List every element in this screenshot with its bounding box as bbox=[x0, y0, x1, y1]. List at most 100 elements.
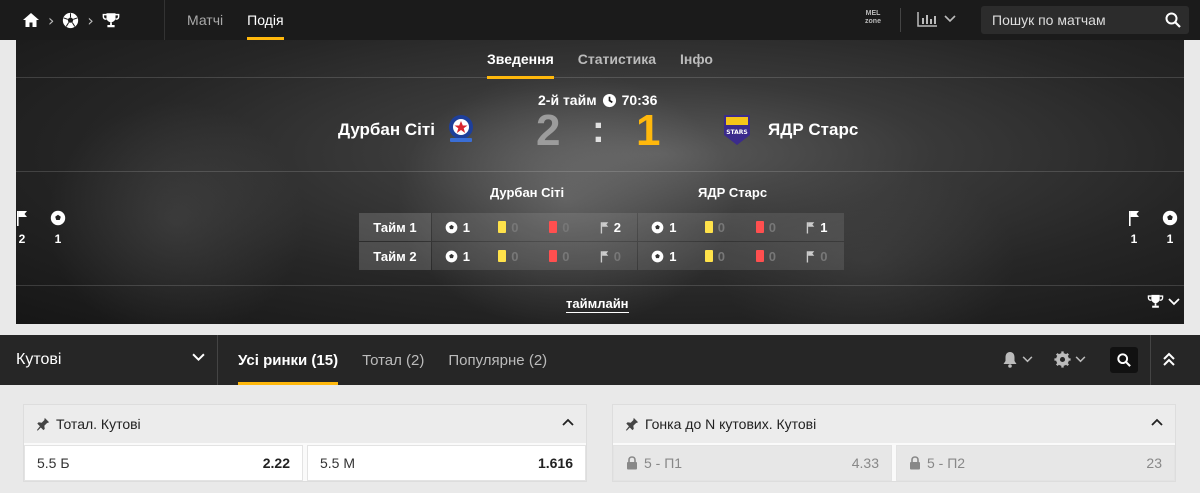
search-icon[interactable] bbox=[1165, 12, 1181, 28]
main-tabs: Матчі Подія bbox=[165, 0, 284, 40]
odds-price: 1.616 bbox=[537, 455, 573, 471]
gear-icon bbox=[1054, 351, 1071, 368]
corners-value: 0 bbox=[820, 248, 828, 264]
home-goals-total: 1 bbox=[50, 210, 66, 246]
away-team-name: ЯДР Старс bbox=[768, 120, 859, 139]
away-team-logo: STARS bbox=[722, 113, 752, 152]
chevron-right-icon: › bbox=[48, 10, 55, 30]
notifications-toggle[interactable] bbox=[1002, 351, 1033, 368]
settings-toggle[interactable] bbox=[1054, 351, 1086, 368]
market-header[interactable]: Тотал. Кутові bbox=[24, 405, 586, 443]
odds-button[interactable]: 5.5 М 1.616 bbox=[307, 445, 586, 481]
goals-stat: 1 bbox=[638, 249, 689, 264]
yellow-cards-value: 0 bbox=[511, 219, 519, 235]
pin-icon[interactable] bbox=[625, 417, 639, 431]
stats-away-team-header: ЯДР Старс bbox=[698, 185, 768, 200]
tab-statistics[interactable]: Статистика bbox=[578, 40, 656, 78]
chevron-down-icon bbox=[192, 353, 205, 362]
divider bbox=[1150, 335, 1151, 385]
away-team-period-stats: 1 0 0 1 bbox=[638, 213, 844, 241]
corners-count: 2 bbox=[18, 232, 26, 246]
double-chevron-up-icon bbox=[1163, 352, 1175, 366]
stats-home-team-header: Дурбан Сіті bbox=[490, 185, 565, 200]
home-icon[interactable] bbox=[22, 12, 40, 28]
chevron-down-icon bbox=[1168, 297, 1180, 305]
market-group-select[interactable]: Кутові bbox=[0, 335, 218, 385]
odds-button[interactable]: 5.5 Б 2.22 bbox=[24, 445, 303, 481]
score-separator: : bbox=[592, 109, 605, 151]
market-card: Тотал. Кутові 5.5 Б 2.22 5.5 М 1.616 bbox=[23, 404, 587, 482]
divider bbox=[16, 171, 1184, 172]
tab-matches[interactable]: Матчі bbox=[187, 0, 223, 40]
soccer-ball-icon bbox=[50, 210, 66, 226]
corners-stat: 0 bbox=[585, 249, 636, 264]
red-card-icon bbox=[549, 221, 558, 233]
tournament-toggle[interactable] bbox=[1147, 294, 1180, 309]
chevron-down-icon bbox=[1075, 356, 1086, 363]
corners-value: 1 bbox=[820, 219, 828, 235]
red-cards-value: 0 bbox=[562, 219, 570, 235]
yellow-cards-stat: 0 bbox=[483, 249, 534, 264]
statistics-toggle[interactable] bbox=[916, 10, 956, 28]
soccer-ball-icon[interactable] bbox=[62, 12, 79, 29]
corner-flag-icon bbox=[600, 221, 608, 233]
away-team-period-stats: 1 0 0 0 bbox=[638, 242, 844, 270]
soccer-ball-icon bbox=[445, 221, 458, 233]
market-search-button[interactable] bbox=[1110, 347, 1138, 373]
trophy-icon[interactable] bbox=[102, 12, 120, 29]
odds-row: 5.5 Б 2.22 5.5 М 1.616 bbox=[24, 443, 586, 481]
bell-icon bbox=[1003, 352, 1017, 368]
lock-icon bbox=[910, 456, 920, 470]
market-group-label: Кутові bbox=[16, 351, 62, 368]
odds-price: 2.22 bbox=[262, 455, 290, 471]
chevron-up-icon[interactable] bbox=[562, 418, 574, 426]
corners-stat: 2 bbox=[585, 220, 636, 235]
yellow-cards-stat: 0 bbox=[689, 220, 740, 235]
market-title: Гонка до N кутових. Кутові bbox=[645, 416, 817, 432]
red-card-icon bbox=[755, 221, 764, 233]
pin-icon[interactable] bbox=[36, 417, 50, 431]
odds-outcome: 5 - П1 bbox=[626, 455, 682, 471]
market-header[interactable]: Гонка до N кутових. Кутові bbox=[613, 405, 1175, 443]
search-icon bbox=[1117, 353, 1131, 367]
period-label: Тайм 1 bbox=[359, 213, 431, 241]
yellow-cards-value: 0 bbox=[717, 219, 726, 235]
red-card-icon bbox=[755, 250, 764, 262]
chevron-right-icon: › bbox=[87, 10, 94, 30]
red-cards-stat: 0 bbox=[740, 249, 791, 264]
yellow-cards-stat: 0 bbox=[689, 249, 740, 264]
yellow-card-icon bbox=[498, 250, 507, 262]
soccer-ball-icon bbox=[1162, 210, 1178, 226]
period-stats-row: Тайм 1 1 0 0 2 1 0 0 1 bbox=[359, 213, 844, 241]
tab-summary[interactable]: Зведення bbox=[487, 40, 554, 79]
tab-popular[interactable]: Популярне (2) bbox=[448, 335, 547, 385]
home-corners-total: 2 bbox=[16, 210, 28, 246]
period-stats-table: Тайм 1 1 0 0 2 1 0 0 1 Тайм 2 1 0 0 0 1 0 0 0 bbox=[359, 213, 844, 271]
goals-count: 1 bbox=[54, 232, 62, 246]
mel-zone-label: MEL zone bbox=[865, 10, 881, 25]
chevron-up-icon[interactable] bbox=[1151, 418, 1163, 426]
tab-event[interactable]: Подія bbox=[247, 0, 284, 40]
collapse-all-button[interactable] bbox=[1162, 351, 1176, 372]
red-cards-value: 0 bbox=[562, 248, 570, 264]
red-cards-stat: 0 bbox=[534, 220, 585, 235]
chevron-down-icon bbox=[1022, 356, 1033, 363]
red-card-icon bbox=[549, 250, 558, 262]
odds-outcome: 5.5 Б bbox=[37, 455, 70, 471]
home-team-name: Дурбан Сіті bbox=[338, 120, 435, 139]
mel-zone-button[interactable]: MEL zone bbox=[860, 10, 886, 30]
soccer-ball-icon bbox=[651, 250, 664, 262]
yellow-cards-value: 0 bbox=[717, 248, 726, 264]
search-input[interactable]: Пошук по матчам bbox=[981, 6, 1189, 34]
tab-info[interactable]: Інфо bbox=[680, 40, 713, 78]
timeline-link[interactable]: таймлайн bbox=[566, 296, 629, 313]
home-score: 2 bbox=[536, 106, 561, 155]
market-title: Тотал. Кутові bbox=[56, 416, 141, 432]
red-cards-stat: 0 bbox=[740, 220, 791, 235]
goals-value: 1 bbox=[669, 219, 677, 235]
goals-stat: 1 bbox=[638, 220, 689, 235]
odds-outcome: 5.5 М bbox=[320, 455, 355, 471]
yellow-cards-value: 0 bbox=[511, 248, 519, 264]
tab-total[interactable]: Тотал (2) bbox=[362, 335, 424, 385]
tab-all-markets[interactable]: Усі ринки (15) bbox=[238, 335, 339, 385]
